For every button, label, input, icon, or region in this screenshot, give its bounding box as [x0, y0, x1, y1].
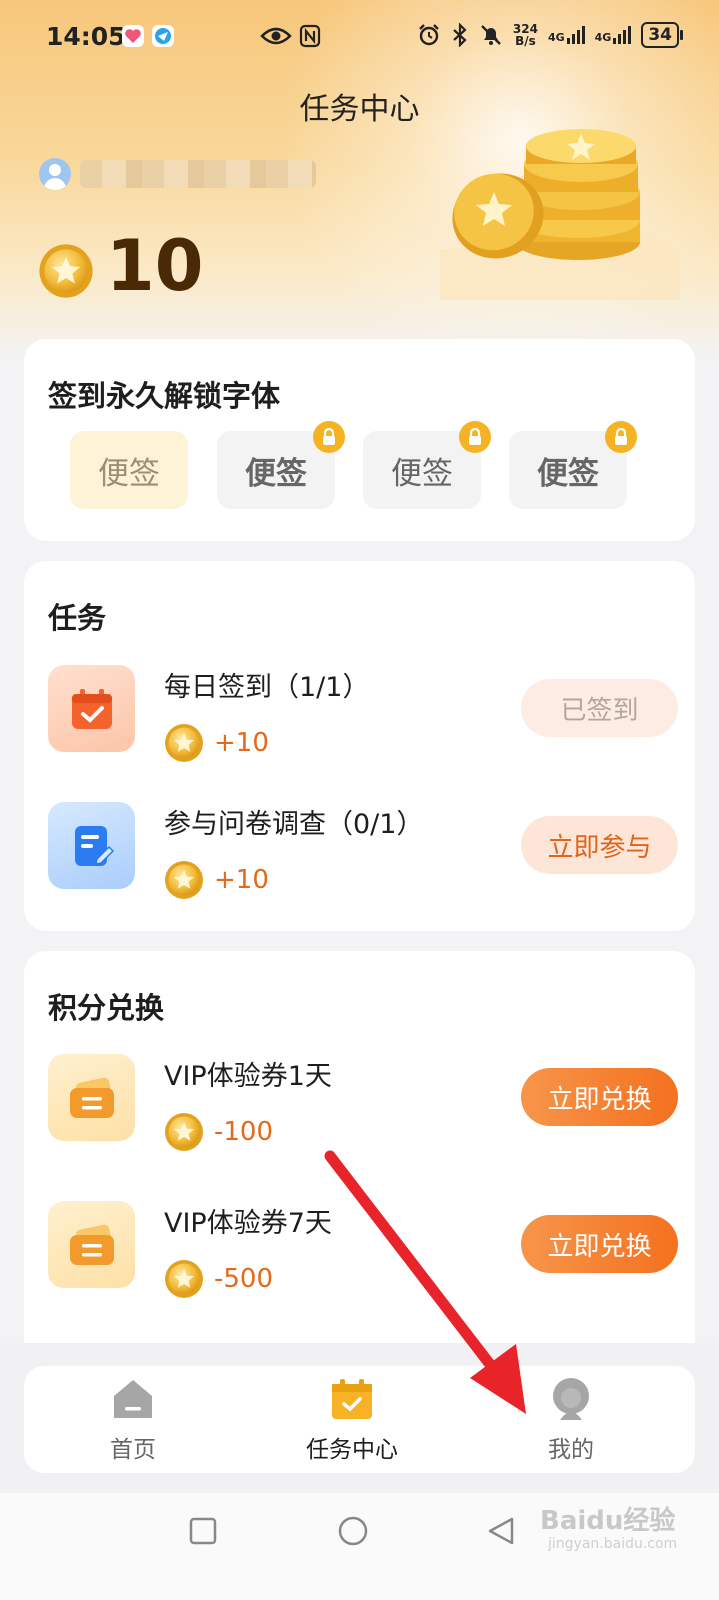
status-bar: 14:05 324 B/s 4G 4G 34: [0, 0, 719, 72]
font-tile-locked-1[interactable]: 便签: [217, 421, 345, 509]
font-tile-label: 便签: [391, 455, 453, 492]
task-row-survey: 参与问卷调查（0/1） +10 立即参与: [48, 802, 678, 902]
mute-bell-icon: [481, 25, 501, 45]
tab-home[interactable]: 首页: [53, 1376, 213, 1464]
net-speed-unit: B/s: [515, 34, 536, 48]
page-title: 任务中心: [299, 92, 420, 127]
ticket-icon: [48, 1201, 135, 1288]
lock-icon: [459, 421, 491, 453]
home-circle-icon[interactable]: [337, 1515, 369, 1547]
font-unlock-title: 签到永久解锁字体: [48, 379, 281, 413]
lock-icon: [313, 421, 345, 453]
font-tile-locked-2[interactable]: 便签: [363, 421, 491, 509]
points-balance: 10: [106, 225, 204, 307]
tasks-card: 任务 每日签到（1/1） +10 已签到 参与问卷调查（0/1） +10 立即参…: [24, 561, 695, 931]
status-time: 14:05: [46, 22, 126, 51]
net-speed: 324 B/s: [513, 23, 538, 47]
signal-bars-icon: [613, 26, 632, 44]
redeem-button-1day[interactable]: 立即兑换: [521, 1068, 678, 1126]
tasks-title: 任务: [48, 601, 107, 635]
font-tile-label: 便签: [98, 455, 160, 492]
font-tile-label: 便签: [245, 455, 307, 492]
survey-document-icon: [48, 802, 135, 889]
signal-2: 4G: [595, 26, 632, 44]
alarm-icon: [419, 24, 439, 46]
coin-icon: [39, 244, 93, 298]
signal-1-label: 4G: [547, 31, 565, 44]
ticket-icon: [48, 1054, 135, 1141]
exchange-item-name: VIP体验券7天: [164, 1208, 332, 1239]
reward-value: +10: [214, 728, 269, 758]
font-unlock-card: 签到永久解锁字体 便签 便签 便签 便签: [24, 339, 695, 541]
watermark-logo: Baidu经验: [540, 1506, 676, 1536]
cost-value: -100: [214, 1117, 274, 1147]
username-blurred: [80, 160, 316, 188]
exchange-cost: -500: [164, 1259, 273, 1299]
task-reward: +10: [164, 860, 269, 900]
battery-indicator: 34: [641, 22, 683, 48]
join-survey-button[interactable]: 立即参与: [521, 816, 678, 874]
profile-icon: [553, 1378, 589, 1420]
tab-mine[interactable]: 我的: [491, 1376, 651, 1464]
lock-icon: [605, 421, 637, 453]
avatar[interactable]: [39, 158, 71, 190]
app-browser-icon: [152, 25, 174, 47]
tab-label: 我的: [548, 1437, 594, 1463]
app-heart-icon: [122, 25, 144, 47]
calendar-check-icon: [332, 1379, 372, 1419]
signal-2-label: 4G: [594, 31, 612, 44]
coin-icon: [165, 861, 203, 899]
back-triangle-icon[interactable]: [486, 1515, 516, 1547]
exchange-title: 积分兑换: [48, 991, 165, 1025]
task-name: 参与问卷调查（0/1）: [164, 809, 424, 840]
tab-label: 首页: [110, 1437, 156, 1463]
coin-icon: [165, 1260, 203, 1298]
font-tile-locked-3[interactable]: 便签: [509, 421, 637, 509]
home-icon: [114, 1380, 152, 1418]
calendar-check-icon: [48, 665, 135, 752]
exchange-row-vip-7day: VIP体验券7天 -500 立即兑换: [48, 1201, 678, 1301]
exchange-row-vip-1day: VIP体验券1天 -100 立即兑换: [48, 1054, 678, 1154]
coin-stack-illustration: [440, 129, 680, 300]
nfc-icon: [299, 24, 321, 48]
bottom-tabbar: 首页 任务中心 我的: [24, 1366, 695, 1473]
tab-label: 任务中心: [306, 1437, 398, 1463]
eye-icon: [260, 27, 292, 45]
watermark-url: jingyan.baidu.com: [548, 1536, 678, 1552]
task-row-daily-checkin: 每日签到（1/1） +10 已签到: [48, 665, 678, 765]
tab-task-center[interactable]: 任务中心: [272, 1376, 432, 1464]
status-right: 324 B/s 4G 4G 34: [417, 22, 683, 48]
redeem-button-7day[interactable]: 立即兑换: [521, 1215, 678, 1273]
recent-apps-icon[interactable]: [188, 1516, 218, 1546]
font-tile-default[interactable]: 便签: [70, 431, 188, 509]
signal-1: 4G: [548, 26, 585, 44]
signal-bars-icon: [566, 26, 585, 44]
reward-value: +10: [214, 865, 269, 895]
exchange-cost: -100: [164, 1112, 273, 1152]
task-name: 每日签到（1/1）: [164, 672, 370, 703]
font-tile-label: 便签: [537, 455, 599, 492]
coin-icon: [165, 724, 203, 762]
points-exchange-card: 积分兑换 VIP体验券1天 -100 立即兑换 VIP体验券7天 -500 立即…: [24, 951, 695, 1371]
bluetooth-icon: [453, 23, 467, 47]
checked-in-button[interactable]: 已签到: [521, 679, 678, 737]
coin-icon: [165, 1113, 203, 1151]
exchange-item-name: VIP体验券1天: [164, 1061, 332, 1092]
cost-value: -500: [214, 1264, 274, 1294]
task-reward: +10: [164, 723, 269, 763]
